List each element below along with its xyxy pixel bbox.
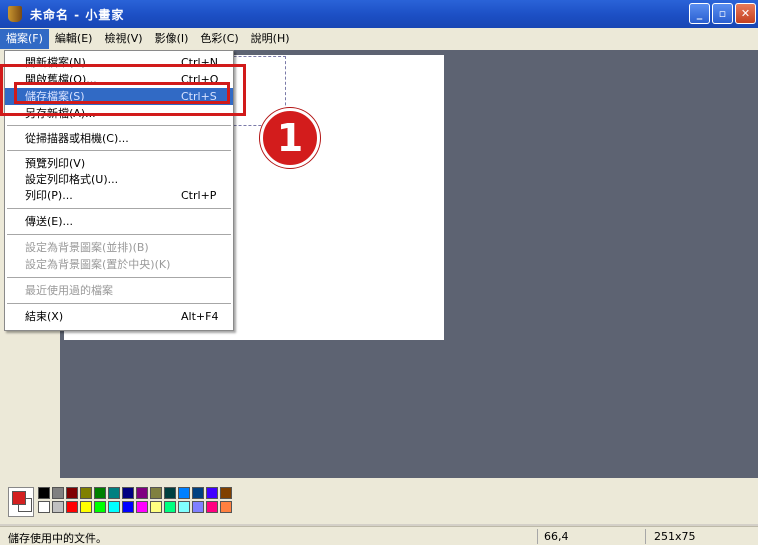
color-swatch[interactable] — [38, 487, 50, 499]
menu-image[interactable]: 影像(I) — [149, 29, 195, 49]
color-swatch[interactable] — [52, 487, 64, 499]
color-swatch[interactable] — [122, 501, 134, 513]
color-swatch[interactable] — [164, 501, 176, 513]
color-swatch[interactable] — [80, 501, 92, 513]
menu-item-shortcut: Alt+F4 — [181, 310, 219, 323]
status-selection-size: 251x75 — [654, 530, 696, 543]
color-swatch[interactable] — [108, 501, 120, 513]
current-colors[interactable] — [8, 487, 34, 517]
menu-item-print-preview[interactable]: 預覽列印(V) — [5, 155, 233, 172]
menu-item-label: 傳送(E)... — [25, 215, 74, 228]
menu-separator — [7, 277, 231, 278]
color-swatch[interactable] — [178, 487, 190, 499]
menu-item-label: 設定為背景圖案(置於中央)(K) — [25, 258, 171, 271]
menu-edit[interactable]: 編輯(E) — [49, 29, 99, 49]
color-swatch[interactable] — [66, 487, 78, 499]
color-swatch[interactable] — [220, 501, 232, 513]
color-swatch[interactable] — [192, 487, 204, 499]
highlight-save-box — [14, 82, 230, 104]
color-swatch[interactable] — [80, 487, 92, 499]
color-swatch[interactable] — [150, 501, 162, 513]
menu-item-scanner[interactable]: 從掃描器或相機(C)... — [5, 130, 233, 147]
menu-colors[interactable]: 色彩(C) — [194, 29, 244, 49]
color-swatch[interactable] — [38, 501, 50, 513]
color-swatch[interactable] — [206, 487, 218, 499]
menu-item-send[interactable]: 傳送(E)... — [5, 213, 233, 230]
menu-file[interactable]: 檔案(F) — [0, 29, 49, 49]
paint-brush-icon — [8, 6, 22, 22]
menu-item-label: 預覽列印(V) — [25, 157, 86, 170]
paint-window: 未命名 - 小畫家 _ ▫ ✕ 檔案(F) 編輯(E) 檢視(V) 影像(I) … — [0, 0, 758, 545]
color-swatch[interactable] — [206, 501, 218, 513]
color-swatch[interactable] — [66, 501, 78, 513]
menu-help[interactable]: 說明(H) — [245, 29, 296, 49]
maximize-button[interactable]: ▫ — [712, 3, 733, 24]
color-swatch[interactable] — [136, 487, 148, 499]
menu-item-label: 結束(X) — [25, 310, 64, 323]
minimize-button[interactable]: _ — [689, 3, 710, 24]
status-divider — [537, 529, 538, 544]
menu-item-label: 設定列印格式(U)... — [25, 173, 119, 186]
menu-separator — [7, 208, 231, 209]
menu-separator — [7, 234, 231, 235]
menu-item-wallpaper-centered: 設定為背景圖案(置於中央)(K) — [5, 256, 233, 273]
menu-separator — [7, 125, 231, 126]
color-swatch[interactable] — [192, 501, 204, 513]
color-swatch[interactable] — [136, 501, 148, 513]
color-swatch[interactable] — [178, 501, 190, 513]
menu-view[interactable]: 檢視(V) — [98, 29, 148, 49]
menu-item-exit[interactable]: 結束(X) Alt+F4 — [5, 308, 233, 325]
menu-item-page-setup[interactable]: 設定列印格式(U)... — [5, 171, 233, 188]
step-number-badge: 1 — [260, 108, 320, 168]
menu-item-label: 最近使用過的檔案 — [25, 284, 113, 297]
menu-bar: 檔案(F) 編輯(E) 檢視(V) 影像(I) 色彩(C) 說明(H) — [0, 28, 758, 50]
foreground-color-swatch — [12, 491, 26, 505]
menu-item-label: 設定為背景圖案(並排)(B) — [25, 241, 149, 254]
menu-item-label: 列印(P)... — [25, 189, 73, 202]
color-swatch[interactable] — [220, 487, 232, 499]
status-divider — [645, 529, 646, 544]
color-swatch[interactable] — [164, 487, 176, 499]
menu-item-recent-files: 最近使用過的檔案 — [5, 282, 233, 299]
menu-item-wallpaper-tiled: 設定為背景圖案(並排)(B) — [5, 239, 233, 256]
color-swatch[interactable] — [122, 487, 134, 499]
status-coordinates: 66,4 — [544, 530, 569, 543]
color-swatch[interactable] — [108, 487, 120, 499]
title-bar[interactable]: 未命名 - 小畫家 _ ▫ ✕ — [0, 0, 758, 28]
menu-item-print[interactable]: 列印(P)... Ctrl+P — [5, 187, 233, 204]
close-button[interactable]: ✕ — [735, 3, 756, 24]
menu-separator — [7, 303, 231, 304]
color-swatch[interactable] — [150, 487, 162, 499]
menu-item-label: 從掃描器或相機(C)... — [25, 132, 129, 145]
status-bar: 儲存使用中的文件。 66,4 251x75 — [0, 526, 758, 545]
color-swatch[interactable] — [94, 487, 106, 499]
status-message: 儲存使用中的文件。 — [8, 532, 107, 545]
color-swatch[interactable] — [52, 501, 64, 513]
window-title: 未命名 - 小畫家 — [30, 7, 125, 22]
color-swatch[interactable] — [94, 501, 106, 513]
menu-separator — [7, 150, 231, 151]
menu-item-shortcut: Ctrl+P — [181, 189, 217, 202]
